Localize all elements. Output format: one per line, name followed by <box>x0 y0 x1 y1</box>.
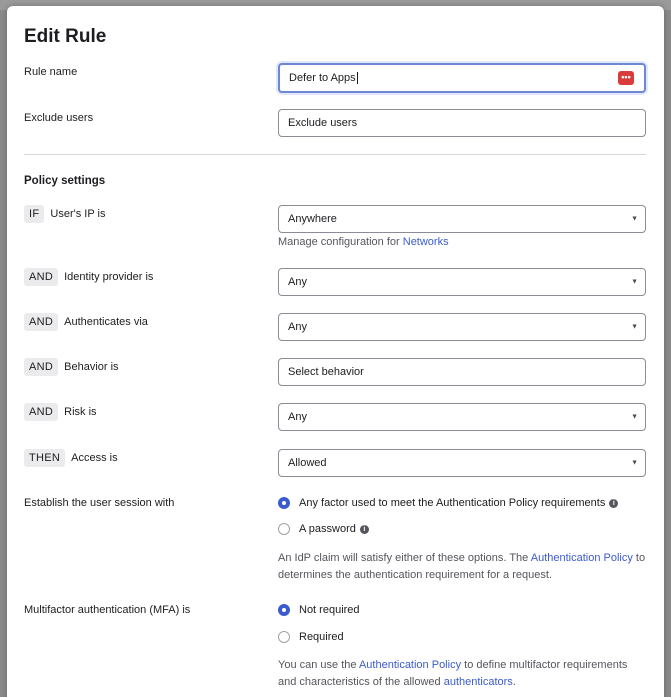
chevron-down-icon: ▼ <box>631 459 638 467</box>
then-tag: THEN <box>24 449 66 467</box>
idp-label: AND Identity provider is <box>24 268 153 286</box>
exclude-users-input[interactable]: Exclude users <box>278 109 646 137</box>
risk-label: AND Risk is <box>24 403 97 421</box>
section-divider <box>24 154 646 155</box>
and-tag: AND <box>24 313 59 331</box>
if-ip-label: IF User's IP is <box>24 205 105 223</box>
networks-help: Manage configuration for Networks <box>278 236 449 248</box>
session-help: An IdP claim will satisfy either of thes… <box>278 552 646 581</box>
and-tag: AND <box>24 403 59 421</box>
behavior-label: AND Behavior is <box>24 358 119 376</box>
session-label: Establish the user session with <box>24 497 175 509</box>
authenticators-link[interactable]: authenticators <box>444 676 513 688</box>
mfa-help: You can use the Authentication Policy to… <box>278 659 628 688</box>
behavior-input[interactable]: Select behavior <box>278 358 646 386</box>
session-option-password[interactable]: A password i <box>278 523 369 535</box>
chevron-down-icon: ▼ <box>631 323 638 331</box>
rule-name-input[interactable]: Defer to Apps ••• <box>278 63 646 93</box>
and-tag: AND <box>24 268 59 286</box>
exclude-users-placeholder: Exclude users <box>288 117 358 129</box>
session-option-any-factor[interactable]: Any factor used to meet the Authenticati… <box>278 497 619 509</box>
mfa-label: Multifactor authentication (MFA) is <box>24 604 191 616</box>
idp-select[interactable]: Any ▼ <box>278 268 646 296</box>
radio-any-factor[interactable] <box>278 497 290 509</box>
rule-name-label: Rule name <box>24 66 78 78</box>
networks-link[interactable]: Networks <box>403 236 449 248</box>
info-icon[interactable]: i <box>359 524 369 534</box>
exclude-users-label: Exclude users <box>24 112 94 124</box>
chevron-down-icon: ▼ <box>631 278 638 286</box>
edit-rule-modal: Edit Rule Rule name Defer to Apps ••• Ex… <box>7 6 664 697</box>
ip-select[interactable]: Anywhere ▼ <box>278 205 646 233</box>
radio-password[interactable] <box>278 523 290 535</box>
mfa-option-required[interactable]: Required <box>278 631 344 643</box>
radio-required[interactable] <box>278 631 290 643</box>
chevron-down-icon: ▼ <box>631 215 638 223</box>
radio-not-required[interactable] <box>278 604 290 616</box>
rule-name-value: Defer to Apps <box>289 72 356 84</box>
authn-label: AND Authenticates via <box>24 313 148 331</box>
access-label: THEN Access is <box>24 449 118 467</box>
password-manager-icon[interactable]: ••• <box>618 71 634 85</box>
and-tag: AND <box>24 358 59 376</box>
text-cursor <box>356 72 358 84</box>
access-select[interactable]: Allowed ▼ <box>278 449 646 477</box>
authn-select[interactable]: Any ▼ <box>278 313 646 341</box>
info-icon[interactable]: i <box>609 498 619 508</box>
policy-settings-title: Policy settings <box>24 175 106 187</box>
risk-select[interactable]: Any ▼ <box>278 403 646 431</box>
authentication-policy-link[interactable]: Authentication Policy <box>359 659 461 671</box>
if-tag: IF <box>24 205 45 223</box>
chevron-down-icon: ▼ <box>631 413 638 421</box>
authentication-policy-link[interactable]: Authentication Policy <box>531 552 633 564</box>
mfa-option-not-required[interactable]: Not required <box>278 604 360 616</box>
modal-title: Edit Rule <box>24 26 107 47</box>
